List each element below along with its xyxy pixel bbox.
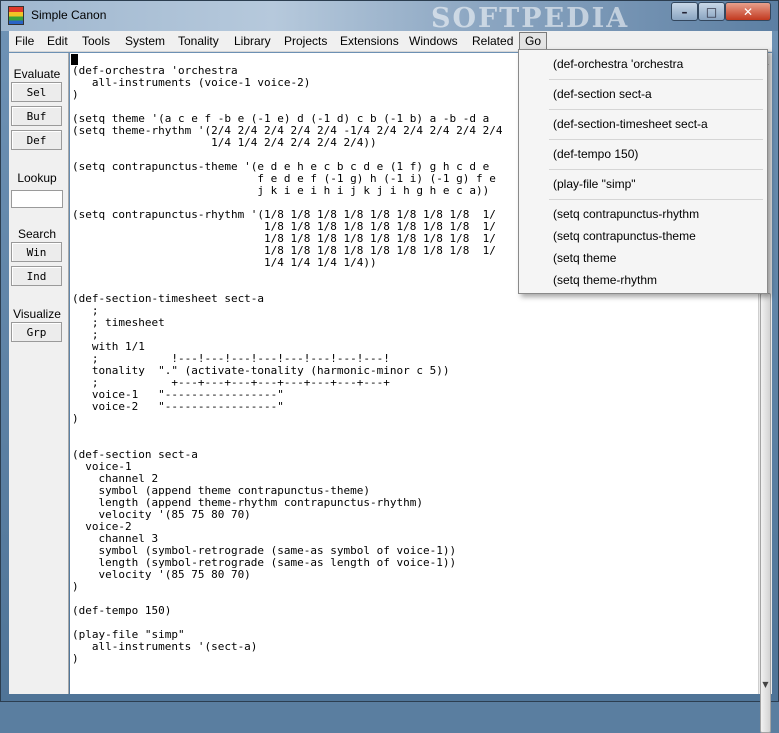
code-text[interactable]: (def-orchestra 'orchestra all-instrument… <box>72 53 502 665</box>
scrollbar-thumb[interactable] <box>760 293 771 733</box>
menu-edit[interactable]: Edit <box>47 34 68 48</box>
go-item-play-file[interactable]: (play-file "simp" <box>553 177 636 191</box>
menu-projects[interactable]: Projects <box>284 34 327 48</box>
menu-separator <box>549 199 763 200</box>
sel-button[interactable]: Sel <box>11 82 62 102</box>
menu-separator <box>549 79 763 80</box>
sidebar: Evaluate Sel Buf Def Lookup Search Win I… <box>9 53 69 694</box>
go-item-setq-contrapunctus-theme[interactable]: (setq contrapunctus-theme <box>553 229 696 243</box>
evaluate-label: Evaluate <box>13 67 61 81</box>
go-item-def-orchestra[interactable]: (def-orchestra 'orchestra <box>553 57 683 71</box>
menu-separator <box>549 139 763 140</box>
window-title: Simple Canon <box>31 8 107 22</box>
app-window: Simple Canon SOFTPEDIA – □ ✕ File Edit T… <box>0 0 779 733</box>
go-item-setq-contrapunctus-rhythm[interactable]: (setq contrapunctus-rhythm <box>553 207 699 221</box>
win-button[interactable]: Win <box>11 242 62 262</box>
menu-system[interactable]: System <box>125 34 165 48</box>
minimize-button[interactable]: – <box>671 2 698 21</box>
menu-file[interactable]: File <box>15 34 34 48</box>
menu-tonality[interactable]: Tonality <box>178 34 219 48</box>
title-bar[interactable]: Simple Canon SOFTPEDIA – □ ✕ <box>1 1 778 34</box>
scroll-down-icon[interactable]: ▼ <box>760 677 771 691</box>
menu-separator <box>549 109 763 110</box>
menu-windows[interactable]: Windows <box>409 34 458 48</box>
go-item-def-section-timesheet[interactable]: (def-section-timesheet sect-a <box>553 117 708 131</box>
watermark-logo: SOFTPEDIA <box>431 3 630 34</box>
menu-extensions[interactable]: Extensions <box>340 34 399 48</box>
close-button[interactable]: ✕ <box>725 2 771 21</box>
ind-button[interactable]: Ind <box>11 266 62 286</box>
grp-button[interactable]: Grp <box>11 322 62 342</box>
lookup-label: Lookup <box>17 171 57 185</box>
menu-library[interactable]: Library <box>234 34 271 48</box>
search-label: Search <box>17 227 57 241</box>
go-item-setq-theme[interactable]: (setq theme <box>553 251 616 265</box>
maximize-icon: □ <box>705 4 718 19</box>
go-menu-dropdown: (def-orchestra 'orchestra (def-section s… <box>518 49 768 294</box>
go-item-def-section[interactable]: (def-section sect-a <box>553 87 652 101</box>
app-icon <box>8 6 24 25</box>
close-icon: ✕ <box>742 4 754 19</box>
menu-go[interactable]: Go <box>519 32 548 50</box>
def-button[interactable]: Def <box>11 130 62 150</box>
go-item-def-tempo[interactable]: (def-tempo 150) <box>553 147 638 161</box>
menu-related[interactable]: Related <box>472 34 513 48</box>
lookup-input[interactable] <box>11 190 63 208</box>
buf-button[interactable]: Buf <box>11 106 62 126</box>
menu-separator <box>549 169 763 170</box>
menu-tools[interactable]: Tools <box>82 34 110 48</box>
go-item-setq-theme-rhythm[interactable]: (setq theme-rhythm <box>553 273 657 287</box>
visualize-label: Visualize <box>13 307 61 321</box>
maximize-button[interactable]: □ <box>698 2 725 21</box>
minimize-icon: – <box>681 4 688 19</box>
